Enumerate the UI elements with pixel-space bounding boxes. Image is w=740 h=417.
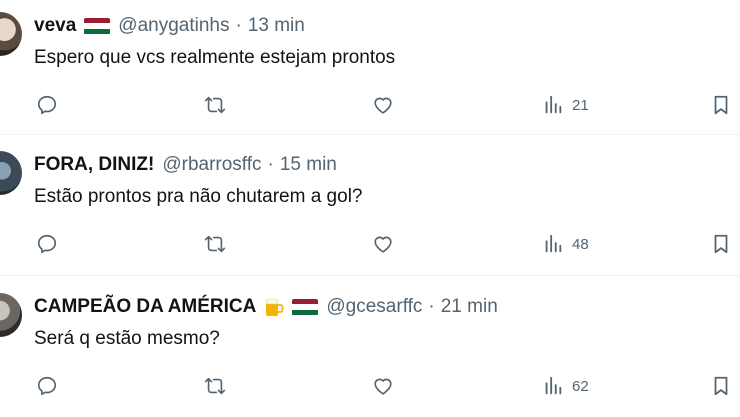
reply-button[interactable] (36, 90, 58, 120)
views-count: 21 (572, 96, 589, 114)
retweet-button[interactable] (204, 229, 226, 259)
display-name[interactable]: CAMPEÃO DA AMÉRICA (34, 295, 256, 319)
handle[interactable]: @gcesarffc (326, 295, 422, 319)
bar-chart-icon (545, 234, 562, 253)
like-button[interactable] (372, 229, 394, 259)
tweet-text: Estão prontos pra não chutarem a gol? (34, 186, 363, 207)
tweet-text: Será q estão mesmo? (34, 328, 220, 349)
reply-icon (37, 95, 57, 115)
separator: · (428, 296, 435, 317)
bookmark-icon (714, 95, 728, 115)
action-bar: 62 (0, 371, 740, 401)
reply-icon (37, 376, 57, 396)
retweet-icon (204, 96, 226, 114)
bar-chart-icon (545, 95, 562, 114)
tweet[interactable]: FORA, DINIZ! @rbarrosffc · 15 min Estão … (0, 135, 740, 276)
bookmark-button[interactable] (710, 371, 732, 401)
action-bar: 48 (0, 229, 740, 259)
display-name[interactable]: veva (34, 14, 76, 38)
heart-icon (374, 236, 392, 253)
heart-icon (374, 378, 392, 395)
retweet-button[interactable] (204, 90, 226, 120)
avatar[interactable] (0, 151, 22, 195)
retweet-button[interactable] (204, 371, 226, 401)
views-button[interactable]: 21 (542, 90, 589, 120)
views-button[interactable]: 48 (542, 229, 589, 259)
reply-icon (37, 234, 57, 254)
beer-mug-icon (264, 297, 284, 317)
reply-button[interactable] (36, 229, 58, 259)
flag-red-white-green-icon (292, 298, 319, 316)
views-count: 62 (572, 377, 589, 395)
tweet-header: FORA, DINIZ! @rbarrosffc · 15 min (34, 153, 337, 177)
display-name[interactable]: FORA, DINIZ! (34, 153, 154, 177)
like-button[interactable] (372, 371, 394, 401)
avatar[interactable] (0, 293, 22, 337)
flag-red-white-green-icon (84, 17, 111, 35)
timestamp[interactable]: 13 min (248, 14, 305, 38)
bookmark-icon (714, 376, 728, 396)
handle[interactable]: @anygatinhs (118, 14, 229, 38)
retweet-icon (204, 377, 226, 395)
tweet-header: veva @anygatinhs · 13 min (34, 14, 305, 38)
handle[interactable]: @rbarrosffc (162, 153, 261, 177)
bookmark-button[interactable] (710, 229, 732, 259)
separator: · (267, 154, 274, 175)
action-bar: 21 (0, 90, 740, 120)
bar-chart-icon (545, 376, 562, 395)
bookmark-button[interactable] (710, 90, 732, 120)
reply-button[interactable] (36, 371, 58, 401)
heart-icon (374, 97, 392, 114)
like-button[interactable] (372, 90, 394, 120)
views-button[interactable]: 62 (542, 371, 589, 401)
separator: · (235, 15, 242, 36)
tweet-text: Espero que vcs realmente estejam prontos (34, 47, 396, 68)
bookmark-icon (714, 234, 728, 254)
timestamp[interactable]: 21 min (441, 295, 498, 319)
views-count: 48 (572, 235, 589, 253)
tweet-header: CAMPEÃO DA AMÉRICA @gcesarffc · 21 min (34, 295, 498, 319)
avatar[interactable] (0, 12, 22, 56)
tweet[interactable]: CAMPEÃO DA AMÉRICA @gcesarffc · 21 min S… (0, 277, 740, 417)
timestamp[interactable]: 15 min (280, 153, 337, 177)
retweet-icon (204, 235, 226, 253)
tweet[interactable]: veva @anygatinhs · 13 min Espero que vcs… (0, 0, 740, 135)
